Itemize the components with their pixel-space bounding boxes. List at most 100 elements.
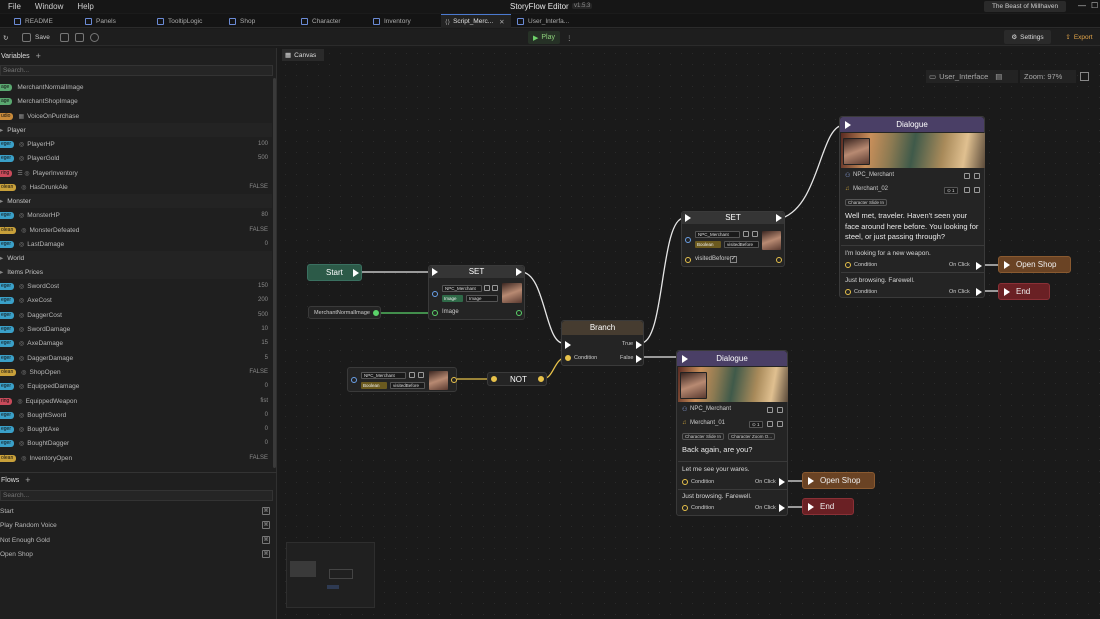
exec-in-pin[interactable] <box>685 214 691 222</box>
variable-group-world[interactable]: ▸ World <box>0 251 272 265</box>
document-icon[interactable] <box>767 421 773 427</box>
variable-row[interactable]: eger ◎ BoughtAxe 0 <box>0 422 272 436</box>
minimize-icon[interactable]: — <box>1078 1 1086 10</box>
file-icon[interactable] <box>418 372 424 378</box>
exec-in-pin[interactable] <box>565 341 571 349</box>
target-select[interactable]: NPC_Merchant <box>695 231 740 238</box>
exec-out-pin[interactable] <box>776 214 782 222</box>
file-icon[interactable] <box>752 231 758 237</box>
project-name[interactable]: The Beast of Millhaven <box>984 1 1066 12</box>
variable-group-monster[interactable]: ▸ Monster <box>0 194 272 208</box>
exec-in-pin[interactable] <box>808 502 814 511</box>
variable-row[interactable]: eger ◎ AxeDamage 15 <box>0 336 272 350</box>
variable-row[interactable]: eger ◎ LastDamage 0 <box>0 237 272 251</box>
not-node[interactable]: NOT <box>487 372 547 386</box>
flow-item-open-shop[interactable]: Open Shop ⌘ <box>0 547 272 561</box>
variable-group-player[interactable]: ▸ Player <box>0 123 272 137</box>
tab-user-interface[interactable]: User_Interfa... <box>517 14 569 28</box>
variable-group-items-prices[interactable]: ▸ Items Prices <box>0 265 272 279</box>
flow-settings-icon[interactable]: ⌘ <box>262 550 270 558</box>
target-pin[interactable] <box>432 291 438 297</box>
condition-pin[interactable] <box>682 505 688 511</box>
true-out-pin[interactable] <box>636 341 642 349</box>
flow-item-play-random-voice[interactable]: Play Random Voice ⌘ <box>0 518 272 532</box>
tab-tooltiplogic[interactable]: TooltipLogic <box>157 14 202 28</box>
variable-field[interactable]: visitedBefore <box>724 241 759 248</box>
fit-screen-icon[interactable] <box>1080 72 1089 81</box>
variable-row[interactable]: eger ◎ DaggerDamage 5 <box>0 351 272 365</box>
variables-search-input[interactable]: Search... <box>0 65 273 76</box>
document-icon[interactable] <box>767 407 773 413</box>
tab-script-merchant[interactable]: ⟨⟩ Script_Merc... ✕ <box>441 14 511 28</box>
option-out-pin[interactable] <box>779 504 785 512</box>
condition-pin[interactable] <box>682 479 688 485</box>
value-checkbox[interactable]: ✓ <box>730 256 737 263</box>
animation-tag[interactable]: Character Slide In <box>682 433 725 440</box>
exec-out-pin[interactable] <box>516 268 522 276</box>
breadcrumb[interactable]: ▭ User_Interface ▤ <box>926 70 1018 83</box>
bool-out-pin[interactable] <box>451 377 457 383</box>
dialogue-node[interactable]: Dialogue ⚇ NPC_Merchant ♫ Merchant_02 ⊙ … <box>839 116 985 298</box>
animation-tag[interactable]: Character Slide In <box>845 199 888 206</box>
false-out-pin[interactable] <box>636 355 642 363</box>
option-out-pin[interactable] <box>779 478 785 486</box>
bool-in-pin[interactable] <box>685 257 691 263</box>
flow-settings-icon[interactable]: ⌘ <box>262 521 270 529</box>
variable-row[interactable]: ring ☰ ◎ PlayerInventory <box>0 166 272 180</box>
bool-out-pin[interactable] <box>538 376 544 382</box>
set-image-node[interactable]: SET NPC_Merchant Image Image Image <box>428 265 525 320</box>
document-icon[interactable] <box>743 231 749 237</box>
flow-settings-icon[interactable]: ⌘ <box>262 507 270 515</box>
variable-row[interactable]: olean ◎ InventoryOpen FALSE <box>0 451 272 465</box>
open-shop-node[interactable]: Open Shop <box>802 472 875 489</box>
variables-scrollbar[interactable] <box>273 78 276 468</box>
fit-view-icon[interactable] <box>75 32 84 43</box>
document-icon[interactable] <box>964 187 970 193</box>
variable-row[interactable]: eger ◎ DaggerCost 500 <box>0 308 272 322</box>
variable-row[interactable]: olean ◎ HasDrunkAle FALSE <box>0 180 272 194</box>
settings-button[interactable]: ⚙ Settings <box>1004 30 1051 44</box>
add-variable-button[interactable]: + <box>36 51 41 61</box>
variable-row[interactable]: age MerchantNormalImage <box>0 80 272 94</box>
file-icon[interactable] <box>777 407 783 413</box>
refresh-icon[interactable]: ↻ <box>3 32 8 43</box>
zoom-icon[interactable] <box>90 32 99 43</box>
save-button[interactable]: Save <box>22 32 50 43</box>
end-node[interactable]: End <box>802 498 854 515</box>
image-out-pin[interactable] <box>516 310 522 316</box>
variable-row[interactable]: eger ◎ SwordCost 150 <box>0 279 272 293</box>
exec-in-pin[interactable] <box>682 355 688 363</box>
condition-pin[interactable] <box>565 355 571 361</box>
tab-inventory[interactable]: Inventory <box>373 14 411 28</box>
variable-row[interactable]: eger ◎ BoughtSword 0 <box>0 408 272 422</box>
export-button[interactable]: ⇪ Export <box>1058 30 1100 44</box>
animation-tag[interactable]: Character Zoom O... <box>728 433 776 440</box>
bool-out-pin[interactable] <box>776 257 782 263</box>
variable-row[interactable]: eger ◎ PlayerGold 500 <box>0 151 272 165</box>
menu-help[interactable]: Help <box>77 2 93 11</box>
start-node[interactable]: Start <box>307 264 362 281</box>
variable-row[interactable]: olean ◎ ShopOpen FALSE <box>0 365 272 379</box>
document-icon[interactable] <box>484 285 490 291</box>
bool-in-pin[interactable] <box>491 376 497 382</box>
end-node[interactable]: End <box>998 283 1050 300</box>
exec-in-pin[interactable] <box>432 268 438 276</box>
variable-row[interactable]: eger ◎ EquippedDamage 0 <box>0 379 272 393</box>
target-select[interactable]: NPC_Merchant <box>361 372 406 379</box>
variable-field[interactable]: visitedBefore <box>390 382 425 389</box>
tab-shop[interactable]: Shop <box>229 14 255 28</box>
maximize-icon[interactable]: ☐ <box>1091 1 1098 10</box>
audio-channel[interactable]: ⊙ 1 <box>749 421 763 428</box>
document-icon[interactable] <box>964 173 970 179</box>
variable-row[interactable]: eger ◎ AxeCost 200 <box>0 293 272 307</box>
condition-pin[interactable] <box>845 262 851 268</box>
image-in-pin[interactable] <box>432 310 438 316</box>
condition-pin[interactable] <box>845 289 851 295</box>
canvas-tab[interactable]: ▦ Canvas <box>282 49 324 61</box>
variable-row[interactable]: eger ◎ BoughtDagger 0 <box>0 436 272 450</box>
play-icon[interactable] <box>777 421 783 427</box>
file-icon[interactable] <box>492 285 498 291</box>
exec-in-pin[interactable] <box>1004 260 1010 269</box>
target-pin[interactable] <box>351 377 357 383</box>
variable-row[interactable]: olean ◎ MonsterDefeated FALSE <box>0 223 272 237</box>
